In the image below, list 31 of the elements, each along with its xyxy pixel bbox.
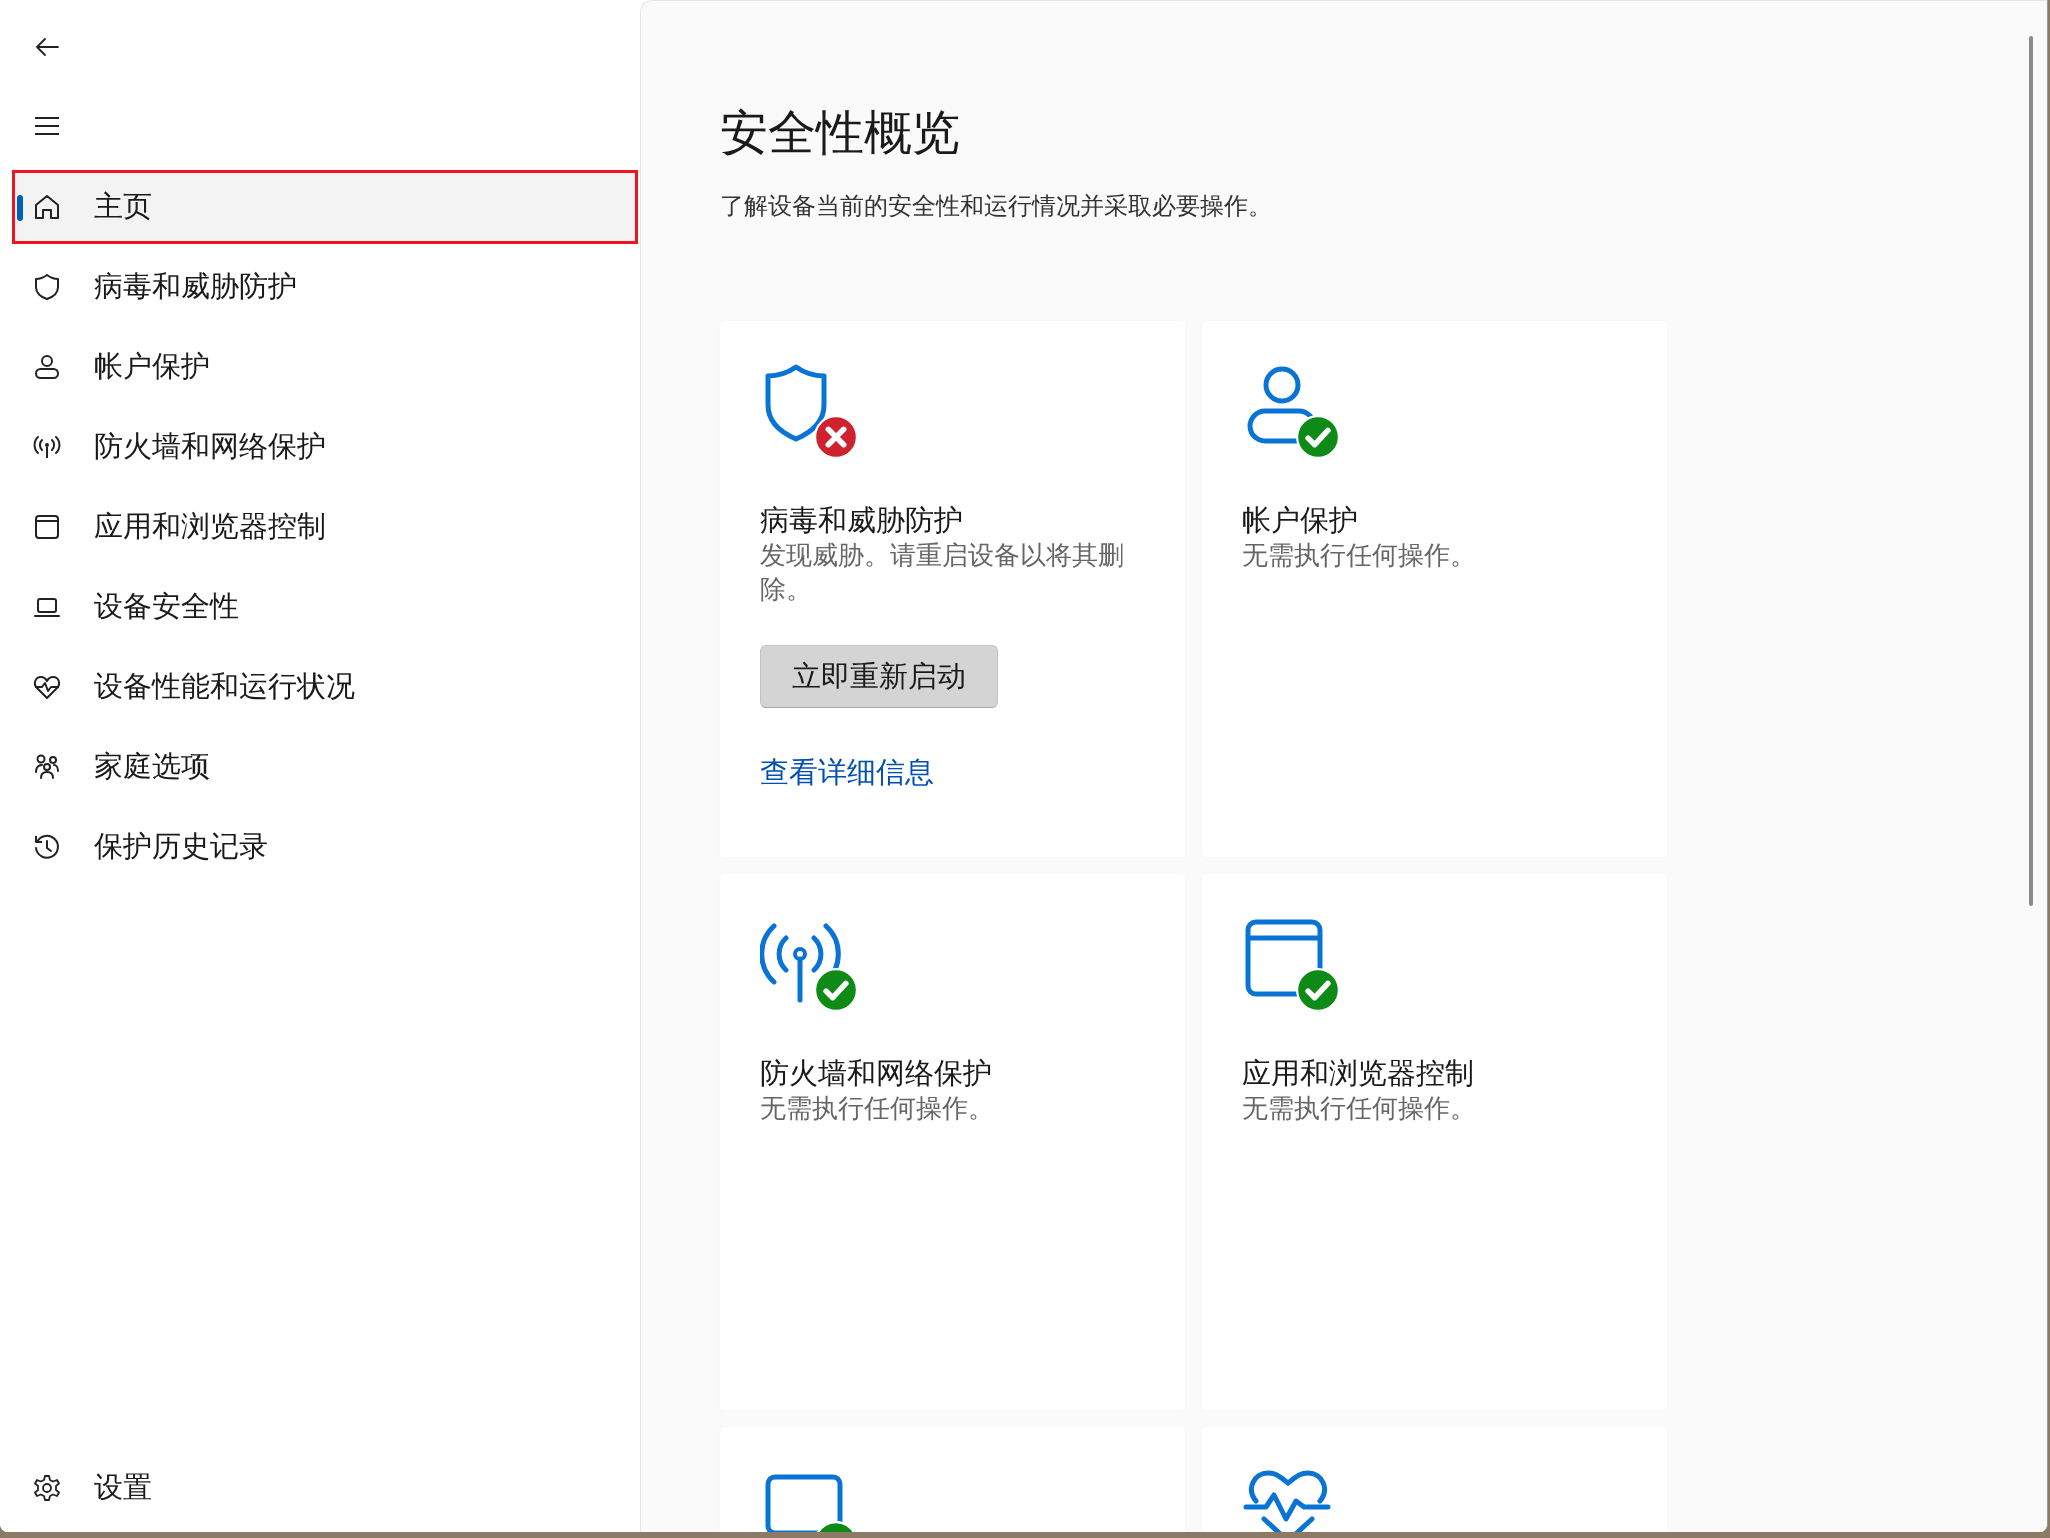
window-icon <box>32 512 62 542</box>
card-description: 无需执行任何操作。 <box>1242 539 1477 572</box>
details-link[interactable]: 查看详细信息 <box>760 753 934 791</box>
card-title: 应用和浏览器控制 <box>1242 1056 1475 1091</box>
settings-item[interactable]: 设置 <box>15 1451 332 1525</box>
card-description: 无需执行任何操作。 <box>1242 1092 1477 1125</box>
card-description: 无需执行任何操作。 <box>760 1092 995 1125</box>
sidebar-item[interactable]: 保护历史记录 <box>12 810 638 884</box>
restart-button[interactable]: 立即重新启动 <box>760 645 998 708</box>
selection-indicator <box>17 195 23 221</box>
sidebar-item[interactable]: 设备性能和运行状况 <box>12 650 638 724</box>
sidebar-item[interactable]: 病毒和威胁防护 <box>12 250 638 324</box>
sidebar-item[interactable]: 家庭选项 <box>12 730 638 804</box>
scrollbar[interactable] <box>2029 36 2033 906</box>
settings-icon <box>32 1473 62 1503</box>
card-description: 发现威胁。请重启设备以将其删除。 <box>760 539 1125 606</box>
shield-icon <box>32 272 62 302</box>
card-title: 防火墙和网络保护 <box>760 1056 993 1091</box>
card-title: 病毒和威胁防护 <box>760 503 964 538</box>
sidebar-item[interactable]: 应用和浏览器控制 <box>12 490 638 564</box>
page-subtitle: 了解设备当前的安全性和运行情况并采取必要操作。 <box>720 191 1273 221</box>
page-title: 安全性概览 <box>720 105 961 161</box>
person-icon <box>32 352 62 382</box>
card-title: 帐户保护 <box>1242 503 1359 538</box>
sidebar-item[interactable]: 防火墙和网络保护 <box>12 410 638 484</box>
home-icon <box>32 192 62 222</box>
sidebar-item[interactable]: 帐户保护 <box>12 330 638 404</box>
people-icon <box>32 752 62 782</box>
sidebar-item[interactable]: 主页 <box>12 170 638 244</box>
history-icon <box>32 832 62 862</box>
sidebar-item[interactable]: 设备安全性 <box>12 570 638 644</box>
